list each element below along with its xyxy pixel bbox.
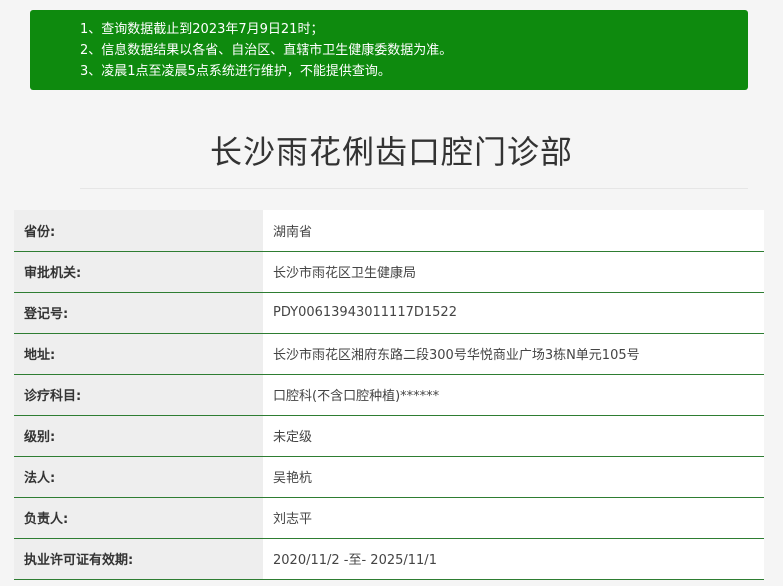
row-label: 审批机关: (14, 251, 263, 293)
row-label: 负责人: (14, 497, 263, 539)
notice-banner: 1、查询数据截止到2023年7月9日21时； 2、信息数据结果以各省、自治区、直… (30, 10, 748, 90)
row-value: 长沙市雨花区卫生健康局 (263, 251, 764, 293)
row-label: 诊疗科目: (14, 374, 263, 416)
row-value: 刘志平 (263, 497, 764, 539)
notice-line: 2、信息数据结果以各省、自治区、直辖市卫生健康委数据为准。 (80, 43, 453, 58)
table-row: 省份: 湖南省 (14, 210, 764, 252)
table-row: 审批机关: 长沙市雨花区卫生健康局 (14, 251, 764, 293)
table-row: 法人: 吴艳杭 (14, 456, 764, 498)
row-value: 长沙市雨花区湘府东路二段300号华悦商业广场3栋N单元105号 (263, 333, 764, 375)
row-value: 未定级 (263, 415, 764, 457)
row-label: 省份: (14, 210, 263, 252)
notice-line: 1、查询数据截止到2023年7月9日21时； (80, 22, 324, 37)
row-label: 法人: (14, 456, 263, 498)
table-row: 执业许可证有效期: 2020/11/2 -至- 2025/11/1 (14, 538, 764, 580)
row-value: 吴艳杭 (263, 456, 764, 498)
row-value: 湖南省 (263, 210, 764, 252)
row-value: 口腔科(不含口腔种植)****** (263, 374, 764, 416)
row-label: 级别: (14, 415, 263, 457)
info-table: 省份: 湖南省 审批机关: 长沙市雨花区卫生健康局 登记号: PDY006139… (14, 210, 764, 580)
row-value: 2020/11/2 -至- 2025/11/1 (263, 538, 764, 580)
table-row: 登记号: PDY00613943011117D1522 (14, 292, 764, 334)
row-value: PDY00613943011117D1522 (263, 292, 764, 334)
row-label: 执业许可证有效期: (14, 538, 263, 580)
table-row: 地址: 长沙市雨花区湘府东路二段300号华悦商业广场3栋N单元105号 (14, 333, 764, 375)
table-row: 诊疗科目: 口腔科(不含口腔种植)****** (14, 374, 764, 416)
row-label: 地址: (14, 333, 263, 375)
page-title: 长沙雨花俐齿口腔门诊部 (209, 133, 573, 171)
title-divider (80, 188, 748, 189)
notice-line: 3、凌晨1点至凌晨5点系统进行维护，不能提供查询。 (80, 64, 391, 79)
table-row: 级别: 未定级 (14, 415, 764, 457)
table-row: 负责人: 刘志平 (14, 497, 764, 539)
row-label: 登记号: (14, 292, 263, 334)
